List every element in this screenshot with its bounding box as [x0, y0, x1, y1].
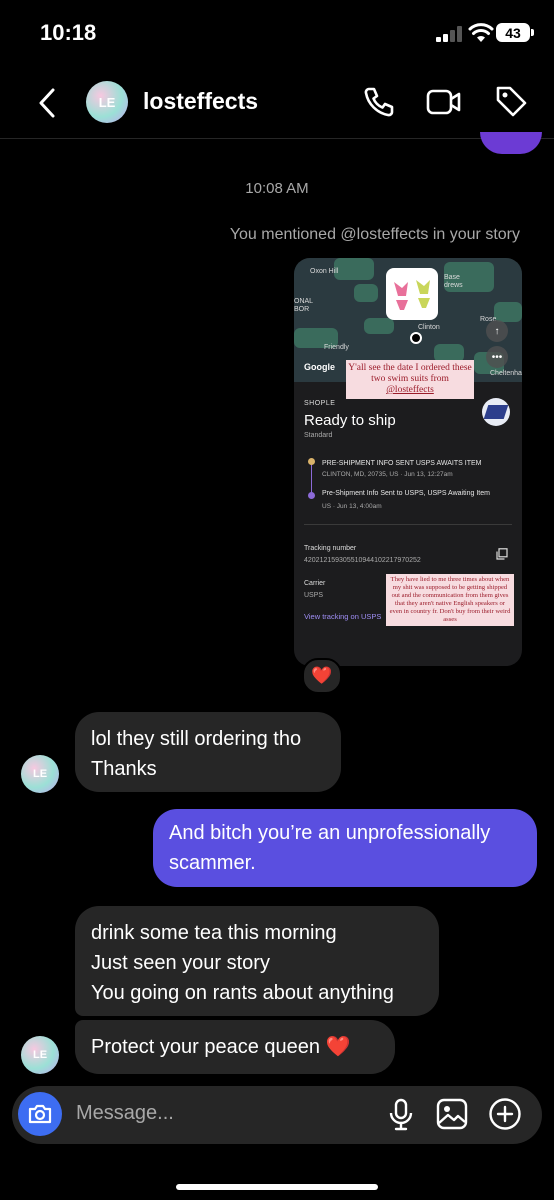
- chat-username[interactable]: losteffects: [143, 88, 258, 115]
- map-label: BOR: [294, 306, 310, 313]
- avatar[interactable]: LE: [86, 81, 128, 123]
- message-bubble-incoming[interactable]: lol they still ordering tho Thanks: [75, 712, 341, 792]
- header-divider: [0, 138, 554, 139]
- story-caption-mention: @losteffects: [386, 385, 434, 395]
- story-mention-label: You mentioned @losteffects in your story: [229, 226, 520, 243]
- message-bubble-incoming[interactable]: drink some tea this morning Just seen yo…: [75, 906, 439, 1016]
- message-input[interactable]: Message...: [76, 1102, 174, 1125]
- view-tracking-link: View tracking on USPS: [304, 612, 382, 621]
- signal-icon: [436, 26, 462, 42]
- microphone-icon[interactable]: [388, 1098, 414, 1132]
- tracking-event-detail: US · Jun 13, 4:00am: [322, 503, 382, 510]
- swimsuit-image: [394, 280, 430, 310]
- sender-avatar[interactable]: LE: [21, 1036, 59, 1074]
- sender-avatar[interactable]: LE: [21, 755, 59, 793]
- map-label: Cheltenha: [490, 370, 522, 377]
- heart-reaction[interactable]: ❤️: [302, 658, 342, 694]
- map-label: drews: [444, 282, 463, 289]
- status-time: 10:18: [40, 20, 97, 45]
- map-label: Friendly: [324, 344, 349, 351]
- tracking-number: 420212159305510944102217970252: [304, 557, 421, 564]
- wifi-icon: [468, 23, 494, 42]
- map-label: Clinton: [418, 324, 440, 331]
- tracking-event-title: PRE-SHIPMENT INFO SENT USPS AWAITS ITEM: [322, 460, 482, 467]
- back-icon[interactable]: [34, 86, 62, 120]
- tracking-event-detail: CLINTON, MD, 20735, US · Jun 13, 12:27am: [322, 471, 453, 478]
- map-label: Base: [444, 274, 460, 281]
- usps-logo-icon: [482, 398, 510, 426]
- battery-nub: [531, 29, 534, 36]
- video-call-icon[interactable]: [426, 87, 462, 117]
- more-icon[interactable]: •••: [486, 346, 508, 368]
- story-text-sticker: Y'all see the date I ordered these two s…: [346, 360, 474, 399]
- home-indicator: [176, 1184, 378, 1190]
- add-icon[interactable]: [488, 1097, 522, 1131]
- map-label: ONAL: [294, 298, 314, 305]
- battery-indicator: 43: [496, 23, 530, 42]
- message-bubble-incoming[interactable]: Protect your peace queen ❤️: [75, 1020, 395, 1074]
- timeline-dot: [308, 492, 315, 499]
- tracking-event-title: Pre-Shipment Info Sent to USPS, USPS Awa…: [322, 490, 490, 497]
- message-timestamp: 10:08 AM: [245, 180, 309, 197]
- shipping-service: Standard: [304, 432, 333, 439]
- card-divider: [304, 524, 512, 525]
- carrier-label: Carrier: [304, 580, 326, 587]
- previous-outgoing-bubble[interactable]: [480, 132, 542, 154]
- gallery-icon[interactable]: [436, 1098, 468, 1130]
- google-logo: Google: [304, 362, 335, 372]
- tracking-number-label: Tracking number: [304, 545, 357, 552]
- story-text-sticker-bottom: They have lied to me three times about w…: [386, 574, 514, 626]
- camera-button[interactable]: [18, 1092, 62, 1136]
- shipping-status: Ready to ship: [304, 412, 396, 429]
- message-bubble-outgoing[interactable]: And bitch you’re an unprofessionally sca…: [153, 809, 537, 887]
- phone-icon[interactable]: [362, 85, 396, 119]
- map-preview: Oxon Hill Base drews ONAL BOR Clinton Fr…: [294, 258, 522, 399]
- story-mention-card[interactable]: Oxon Hill Base drews ONAL BOR Clinton Fr…: [294, 258, 522, 666]
- timeline-dot: [308, 458, 315, 465]
- product-thumbnail: [386, 268, 438, 320]
- story-caption: Y'all see the date I ordered these two s…: [348, 363, 472, 384]
- camera-icon: [28, 1104, 52, 1124]
- map-label: Oxon Hill: [310, 268, 339, 275]
- carrier-name: USPS: [304, 592, 324, 599]
- tag-icon[interactable]: [494, 84, 528, 118]
- map-pin-icon: [410, 332, 422, 344]
- shop-name: SHOPLE: [304, 400, 336, 407]
- copy-icon: [496, 548, 508, 560]
- share-icon[interactable]: ↑: [486, 320, 508, 342]
